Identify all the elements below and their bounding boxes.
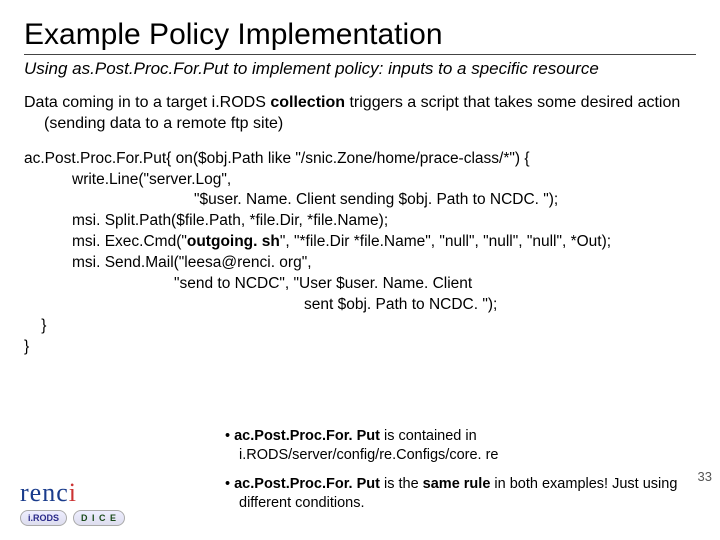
renci-text: renc (20, 478, 69, 507)
bullet-marker: • (225, 428, 234, 444)
code-block: ac.Post.Proc.For.Put{ on($obj.Path like … (24, 149, 696, 358)
irods-badge: i.RODS (20, 510, 67, 526)
code-line: ac.Post.Proc.For.Put{ on($obj.Path like … (24, 149, 696, 170)
dice-badge: D I C E (73, 510, 125, 526)
code-span: ", "*file.Dir *file.Name", "null", "null… (280, 233, 611, 250)
bullet-text: is the (380, 476, 423, 492)
bullet-bold: ac.Post.Proc.For. Put (234, 476, 380, 492)
bullet-bold: ac.Post.Proc.For. Put (234, 428, 380, 444)
renci-dot-icon: i (69, 478, 77, 507)
bullet-2: • ac.Post.Proc.For. Put is the same rule… (225, 475, 685, 513)
title-underline (24, 54, 696, 55)
code-span: msi. Exec.Cmd(" (72, 233, 187, 250)
slide-title: Example Policy Implementation (24, 18, 696, 52)
slide: Example Policy Implementation Using as.P… (0, 0, 720, 540)
code-line: msi. Exec.Cmd("outgoing. sh", "*file.Dir… (72, 232, 696, 253)
code-line: msi. Send.Mail("leesa@renci. org", (72, 253, 696, 274)
logo-row: renci i.RODS D I C E (20, 478, 125, 526)
intro-pre: Data coming in to a target i.RODS (24, 94, 270, 111)
slide-subtitle: Using as.Post.Proc.For.Put to implement … (24, 59, 696, 79)
bullet-marker: • (225, 476, 234, 492)
code-line: } (24, 316, 696, 337)
code-line: write.Line("server.Log", (72, 170, 696, 191)
intro-bold: collection (270, 94, 345, 111)
bullet-bold: same rule (423, 476, 491, 492)
code-line: "send to NCDC", "User $user. Name. Clien… (174, 274, 696, 295)
code-line: "$user. Name. Client sending $obj. Path … (194, 190, 696, 211)
page-number: 33 (698, 469, 712, 484)
renci-logo: renci i.RODS D I C E (20, 478, 125, 526)
code-line: } (24, 337, 696, 358)
notes-bullets: • ac.Post.Proc.For. Put is contained in … (225, 427, 685, 522)
code-bold: outgoing. sh (187, 233, 280, 250)
intro-paragraph: Data coming in to a target i.RODS collec… (24, 93, 696, 135)
bullet-1: • ac.Post.Proc.For. Put is contained in … (225, 427, 685, 465)
code-line: msi. Split.Path($file.Path, *file.Dir, *… (72, 211, 696, 232)
code-line: sent $obj. Path to NCDC. "); (304, 295, 696, 316)
